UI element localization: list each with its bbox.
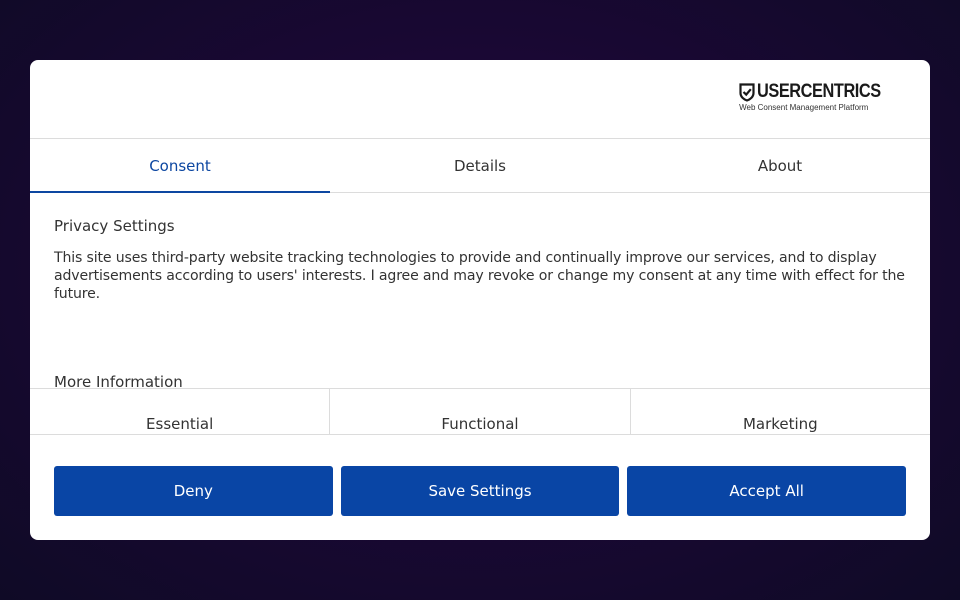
shield-check-icon (739, 82, 755, 102)
tab-bar: Consent Details About (30, 139, 930, 193)
brand-tagline: Web Consent Management Platform (739, 103, 869, 112)
category-functional[interactable]: Functional (329, 389, 629, 434)
category-essential[interactable]: Essential (30, 389, 329, 434)
tab-about[interactable]: About (630, 139, 930, 192)
tab-consent[interactable]: Consent (30, 139, 330, 193)
privacy-settings-title: Privacy Settings (54, 217, 175, 235)
accept-all-button[interactable]: Accept All (627, 466, 907, 516)
brand-name: USERCENTRICS (757, 81, 881, 102)
category-marketing[interactable]: Marketing (629, 389, 930, 434)
privacy-settings-text: This site uses third-party website track… (54, 250, 905, 302)
deny-button[interactable]: Deny (54, 466, 333, 516)
save-settings-button[interactable]: Save Settings (340, 466, 620, 516)
tab-details[interactable]: Details (330, 139, 630, 192)
action-buttons: Deny Save Settings Accept All (54, 466, 907, 516)
usercentrics-logo: USERCENTRICS Web Consent Management Plat… (739, 82, 901, 113)
consent-content: Privacy Settings This site uses third-pa… (30, 217, 930, 391)
brand-row: USERCENTRICS (739, 82, 901, 102)
consent-categories: Essential Functional Marketing (30, 388, 930, 435)
consent-dialog: USERCENTRICS Web Consent Management Plat… (30, 60, 930, 540)
dialog-header: USERCENTRICS Web Consent Management Plat… (30, 60, 930, 139)
